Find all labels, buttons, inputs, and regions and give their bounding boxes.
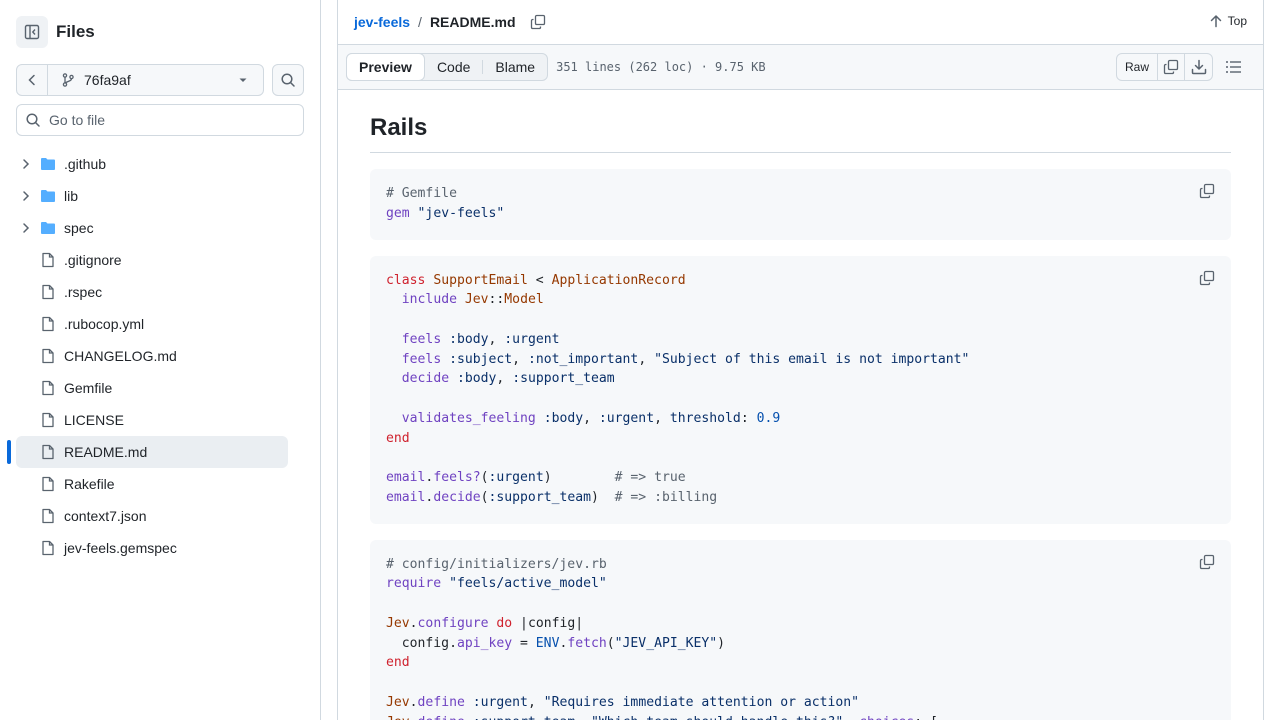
search-icon — [281, 73, 295, 87]
tree-item-context7[interactable]: context7.json — [16, 500, 288, 532]
file-icon — [42, 476, 54, 492]
tab-code[interactable]: Code — [425, 54, 482, 80]
copy-code-icon[interactable] — [1199, 554, 1215, 570]
file-tree: .github lib spec .gitignore .rspec .rubo… — [0, 148, 320, 564]
copy-code-icon[interactable] — [1199, 183, 1215, 199]
file-icon — [42, 348, 54, 364]
back-button[interactable] — [17, 65, 48, 95]
chevron-right-icon[interactable] — [18, 220, 34, 236]
tree-item-github[interactable]: .github — [16, 148, 288, 180]
tree-item-label: Gemfile — [64, 380, 113, 396]
file-icon — [42, 444, 54, 460]
folder-icon — [41, 190, 55, 202]
branch-row: 76fa9af — [16, 64, 304, 96]
markdown-preview: Rails # Gemfile gem "jev-feels" class Su… — [370, 90, 1231, 720]
tree-item-rakefile[interactable]: Rakefile — [16, 468, 288, 500]
tree-item-license[interactable]: LICENSE — [16, 404, 288, 436]
chevron-right-icon[interactable] — [18, 156, 34, 172]
search-files-button[interactable] — [272, 64, 304, 96]
folder-icon — [41, 222, 55, 234]
file-actions: Raw — [1115, 53, 1213, 81]
copy-path-icon[interactable] — [530, 14, 546, 30]
branch-selector[interactable]: 76fa9af — [48, 65, 263, 95]
tree-item-label: .github — [64, 156, 107, 172]
tree-item-label: .gitignore — [64, 252, 122, 268]
tree-item-gemfile[interactable]: Gemfile — [16, 372, 288, 404]
raw-button[interactable]: Raw — [1117, 54, 1158, 80]
file-icon — [42, 316, 54, 332]
copy-code-icon[interactable] — [1199, 270, 1215, 286]
top-label: Top — [1227, 14, 1247, 28]
tree-item-changelog[interactable]: CHANGELOG.md — [16, 340, 288, 372]
tree-item-rspec[interactable]: .rspec — [16, 276, 288, 308]
tab-preview[interactable]: Preview — [346, 53, 425, 81]
branch-group: 76fa9af — [16, 64, 264, 96]
outline-list-icon[interactable] — [1225, 59, 1243, 75]
code-block: # Gemfile gem "jev-feels" — [370, 169, 1231, 240]
tree-item-lib[interactable]: lib — [16, 180, 288, 212]
tree-item-label: lib — [64, 188, 79, 204]
download-button[interactable] — [1185, 54, 1212, 80]
go-to-file-input[interactable] — [49, 112, 289, 128]
file-icon — [42, 284, 54, 300]
copy-raw-button[interactable] — [1158, 54, 1185, 80]
file-icon — [42, 412, 54, 428]
file-icon — [42, 380, 54, 396]
sidebar-header: Files — [16, 16, 95, 48]
tree-item-label: .rspec — [64, 284, 103, 300]
file-toolbar: Preview Code Blame 351 lines (262 loc) ·… — [338, 45, 1263, 90]
tree-item-label: README.md — [64, 444, 148, 460]
tree-item-gitignore[interactable]: .gitignore — [16, 244, 288, 276]
sidebar-title: Files — [56, 22, 95, 41]
breadcrumb-separator: / — [418, 14, 422, 30]
breadcrumb-file-name: README.md — [429, 14, 516, 30]
tree-item-label: LICENSE — [64, 412, 124, 428]
tab-blame[interactable]: Blame — [483, 54, 547, 80]
tree-item-readme[interactable]: README.md — [7, 436, 288, 468]
file-icon — [42, 508, 54, 524]
git-branch-icon — [62, 73, 74, 87]
file-tree-sidebar: Files 76fa9af .github li — [0, 0, 321, 720]
download-icon — [1191, 59, 1206, 75]
chevron-right-icon[interactable] — [18, 188, 34, 204]
breadcrumb-repo-link[interactable]: jev-feels — [354, 14, 410, 30]
tree-item-rubocop[interactable]: .rubocop.yml — [16, 308, 288, 340]
go-to-file-box — [16, 104, 304, 136]
tree-item-gemspec[interactable]: jev-feels.gemspec — [16, 532, 288, 564]
tree-item-spec[interactable]: spec — [16, 212, 288, 244]
back-to-top-button[interactable]: Top — [1208, 13, 1247, 29]
section-heading: Rails — [370, 114, 1231, 153]
folder-icon — [41, 158, 55, 170]
file-icon — [42, 252, 54, 268]
chevron-left-icon — [28, 74, 35, 86]
file-icon — [42, 540, 54, 556]
branch-name: 76fa9af — [84, 72, 131, 88]
file-view: jev-feels / README.md Top Preview Code B… — [337, 0, 1264, 720]
sidebar-collapse-icon — [24, 24, 40, 40]
code-block: class SupportEmail < ApplicationRecord i… — [370, 255, 1231, 524]
code-block: # config/initializers/jev.rb require "fe… — [370, 539, 1231, 720]
copy-icon — [1163, 59, 1179, 75]
arrow-up-icon — [1210, 15, 1221, 28]
breadcrumb: jev-feels / README.md Top — [338, 0, 1263, 45]
caret-down-icon — [239, 78, 247, 82]
tree-item-label: spec — [64, 220, 94, 236]
selected-indicator — [7, 440, 11, 464]
search-icon — [26, 113, 40, 127]
tree-item-label: jev-feels.gemspec — [64, 540, 177, 556]
tree-item-label: CHANGELOG.md — [64, 348, 177, 364]
collapse-sidebar-button[interactable] — [16, 16, 48, 48]
tree-item-label: context7.json — [64, 508, 147, 524]
tree-item-label: Rakefile — [64, 476, 115, 492]
tree-item-label: .rubocop.yml — [64, 316, 145, 332]
view-mode-tabs: Preview Code Blame — [346, 53, 549, 81]
file-info: 351 lines (262 loc) · 9.75 KB — [556, 60, 766, 74]
